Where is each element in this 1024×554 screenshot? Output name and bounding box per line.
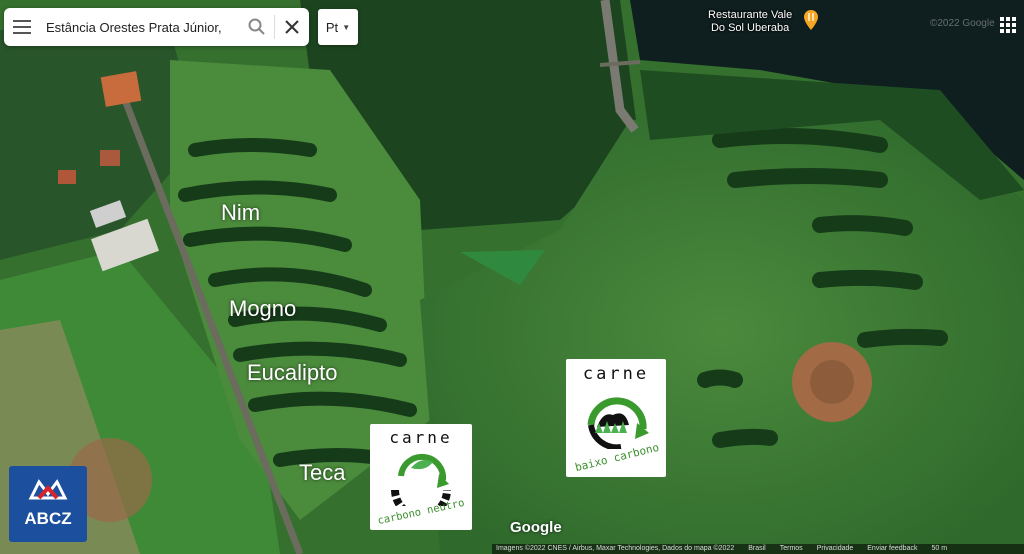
search-box <box>4 8 309 46</box>
map-footer: Imagens ©2022 CNES / Airbus, Maxar Techn… <box>492 544 1024 554</box>
poi-name-line2: Do Sol Uberaba <box>710 22 790 34</box>
google-wordmark: Google <box>510 519 562 536</box>
menu-button[interactable] <box>4 8 40 46</box>
poi-name-line1: Restaurante Vale <box>708 9 793 21</box>
label-teca: Teca <box>299 460 346 485</box>
label-mogno: Mogno <box>229 296 297 321</box>
search-input[interactable] <box>40 12 240 42</box>
badge-neutro-title: carne <box>389 428 453 447</box>
badge-carne-baixo-carbono: carne baixo carbono <box>566 359 666 477</box>
clear-search-button[interactable] <box>275 8 309 46</box>
search-button[interactable] <box>240 8 274 46</box>
recycle-leaf-icon <box>391 453 451 506</box>
abcz-emblem-icon <box>28 479 68 500</box>
footer-scale: 50 m <box>931 545 948 552</box>
language-select[interactable]: Pt ▼ <box>318 9 358 45</box>
chevron-down-icon: ▼ <box>342 22 351 32</box>
footer-privacy-link[interactable]: Privacidade <box>817 544 854 554</box>
badge-carne-carbono-neutro: carne carbono neutro <box>370 424 472 530</box>
language-selected: Pt <box>325 19 339 35</box>
close-icon <box>285 20 299 34</box>
abcz-logo: ABCZ <box>9 466 87 542</box>
abcz-logo-text: ABCZ <box>24 509 72 528</box>
label-eucalipto: Eucalipto <box>247 360 338 385</box>
footer-terms-link[interactable]: Termos <box>780 544 803 554</box>
footer-feedback-link[interactable]: Enviar feedback <box>867 544 917 554</box>
label-nim: Nim <box>221 200 261 225</box>
copyright-top: ©2022 Google <box>930 18 995 29</box>
apps-grid-icon[interactable] <box>998 15 1018 35</box>
hamburger-icon <box>13 20 31 34</box>
badge-baixo-title: carne <box>582 364 650 384</box>
satellite-map[interactable] <box>0 0 1024 554</box>
footer-country: Brasil <box>748 545 766 552</box>
magnifier-icon <box>248 18 265 35</box>
footer-imagery: Imagens ©2022 CNES / Airbus, Maxar Techn… <box>496 545 735 552</box>
recycle-grass-icon <box>587 397 649 449</box>
fork-knife-pin-icon[interactable] <box>804 10 818 30</box>
poi-label[interactable]: Restaurante Vale Do Sol Uberaba <box>708 9 792 35</box>
